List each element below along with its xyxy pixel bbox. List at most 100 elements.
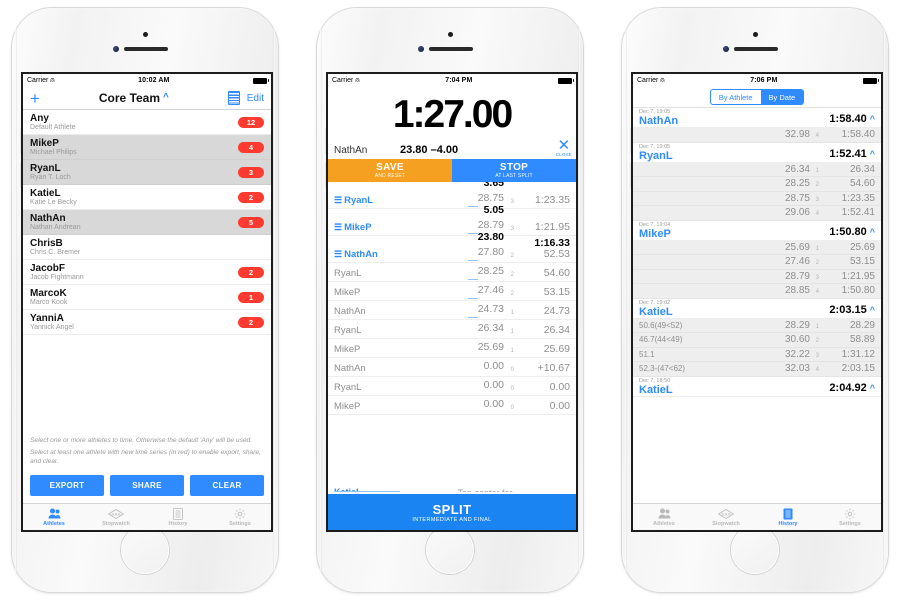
athlete-row[interactable]: NathAn Nathan Andrean 5 — [23, 210, 271, 235]
segmented-control-wrapper: By Athlete By Date — [633, 87, 881, 108]
split-row[interactable]: MikeP 0.00 0 0.00 — [328, 396, 576, 415]
split-button[interactable]: SPLIT INTERMEDIATE AND FINAL — [328, 494, 576, 530]
tab-athletes[interactable]: Athletes — [633, 504, 695, 530]
history-group-header[interactable]: Dec 7, 18:50 KatieL 2:04.92 ^ — [633, 376, 881, 397]
clear-button[interactable]: CLEAR — [190, 475, 264, 496]
split-list[interactable]: ☰ RyanL 3.65 28.75 3 1:23.35 ☰ MikeP 5.05 28.79 3 1… — [328, 182, 576, 485]
athlete-row[interactable]: ChrisB Chris C. Bremer — [23, 235, 271, 260]
tab-settings[interactable]: Settings — [209, 504, 271, 530]
split-lap-cell: 27.46 2 — [400, 280, 518, 300]
stop-button[interactable]: STOP AT LAST SPLIT — [452, 159, 576, 182]
tab-stopwatch[interactable]: 0.0.0 Stopwatch — [695, 504, 757, 530]
history-group-header[interactable]: Dec 7, 19:05 NathAn 1:58.40 ^ — [633, 108, 881, 128]
split-athlete-label: NathAn — [334, 306, 366, 317]
athlete-fullname: Marco Kook — [30, 298, 68, 306]
history-lap-cell: 28.29 1 — [701, 320, 823, 331]
export-button[interactable]: EXPORT — [30, 475, 104, 496]
split-total: 1:23.35 — [534, 194, 570, 206]
history-index: 3 — [815, 352, 819, 359]
athlete-row[interactable]: RyanL Ryan T. Loch 3 — [23, 160, 271, 185]
split-total: 1:21.95 — [534, 221, 570, 233]
list-icon[interactable] — [227, 91, 240, 105]
chevron-up-icon[interactable]: ^ — [870, 149, 875, 159]
athlete-row[interactable]: MikeP Michael Philips 4 — [23, 135, 271, 160]
settings-icon — [234, 508, 246, 520]
athlete-name: Any — [30, 112, 49, 124]
tab-bar-3[interactable]: Athletes 0.0.0 Stopwatch History Settings — [633, 503, 881, 530]
split-lap: 0.00 — [483, 360, 504, 372]
edit-button[interactable]: Edit — [247, 93, 264, 104]
athlete-text: ChrisB Chris C. Bremer — [30, 238, 80, 257]
segment-by-athlete[interactable]: By Athlete — [711, 90, 761, 104]
history-group-header[interactable]: Dec 7, 19:04 MikeP 1:50.80 ^ — [633, 220, 881, 241]
earpiece-speaker — [429, 47, 473, 51]
screen-history: Carrier ⍝ 7:06 PM By Athlete By Date Dec… — [631, 72, 883, 532]
split-lap: 0.00 — [483, 398, 504, 410]
history-row: 28.75 3 1:23.35 — [633, 191, 881, 206]
tab-history[interactable]: History — [757, 504, 819, 530]
athlete-row[interactable]: KatieL Katie Le Becky 2 — [23, 185, 271, 210]
history-group-header[interactable]: Dec 7, 19:02 KatieL 2:03.15 ^ — [633, 298, 881, 319]
split-lap: 27.46 — [477, 284, 504, 296]
athlete-name: ChrisB — [30, 237, 63, 249]
split-row[interactable]: ☰ RyanL 3.65 28.75 3 1:23.35 — [328, 182, 576, 209]
split-index: 2 — [510, 272, 514, 278]
share-button[interactable]: SHARE — [110, 475, 184, 496]
stopwatch-display[interactable]: 1:27.00 — [328, 87, 576, 141]
tab-bar-1[interactable]: Athletes 0.0.0 Stopwatch History Settings — [23, 503, 271, 530]
athlete-fullname: Jacob Fightmann — [30, 273, 84, 281]
add-athlete-button[interactable]: + — [30, 90, 40, 107]
athlete-fullname: Michael Philips — [30, 148, 77, 156]
home-button[interactable] — [731, 526, 779, 574]
split-lap: 28.25 — [477, 265, 504, 277]
segment-by-date[interactable]: By Date — [760, 90, 804, 104]
phone-athletes: Carrier ⍝ 10:02 AM + Core Team ^ Edit An… — [0, 0, 290, 600]
split-athlete-label: RyanL — [334, 382, 362, 393]
split-row[interactable]: ☰ MikeP 5.05 28.79 3 1:21.95 — [328, 204, 576, 236]
drag-handle-icon[interactable]: ☰ — [334, 223, 342, 232]
split-athlete: RyanL — [334, 268, 400, 281]
segmented-control[interactable]: By Athlete By Date — [709, 89, 805, 105]
athlete-row[interactable]: YanniA Yannick Angel 2 — [23, 310, 271, 335]
history-group-header[interactable]: Dec 7, 19:05 RyanL 1:52.41 ^ — [633, 142, 881, 163]
save-button[interactable]: SAVE AND RESET — [328, 159, 452, 182]
split-row[interactable]: ☰ NathAn 23.80 27.80 2 52.53 1:16.33 — [328, 231, 576, 263]
history-row: 28.79 3 1:21.95 — [633, 269, 881, 284]
chevron-up-icon[interactable]: ^ — [870, 305, 875, 315]
phone-body: Carrier ⍝ 7:04 PM 1:27.00 NathAn 23.80 –… — [317, 8, 583, 592]
chevron-up-icon[interactable]: ^ — [870, 227, 875, 237]
split-running: 5.05 — [483, 204, 504, 216]
split-athlete: NathAn — [334, 363, 400, 376]
chevron-up-icon[interactable]: ^ — [870, 383, 875, 393]
status-time: 7:06 PM — [750, 77, 778, 84]
history-list[interactable]: Dec 7, 19:05 NathAn 1:58.40 ^ 32.98 4 1:58.40 D… — [633, 108, 881, 503]
tab-athletes[interactable]: Athletes — [23, 504, 85, 530]
drag-handle-icon[interactable]: ☰ — [334, 250, 342, 259]
athlete-row[interactable]: JacobF Jacob Fightmann 2 — [23, 260, 271, 285]
split-athlete-label: MikeP — [334, 287, 361, 298]
tab-stopwatch[interactable]: 0.0.0 Stopwatch — [85, 504, 147, 530]
current-athlete-name: NathAn — [334, 144, 368, 156]
chevron-up-icon[interactable]: ^ — [870, 114, 875, 124]
page-title[interactable]: Core Team ^ — [99, 91, 169, 105]
history-lap-cell: 30.60 2 — [701, 334, 823, 345]
athlete-row[interactable]: Any Default Athlete 12 — [23, 110, 271, 135]
home-button[interactable] — [426, 526, 474, 574]
history-row: 29.06 4 1:52.41 — [633, 206, 881, 221]
drag-handle-icon[interactable]: ☰ — [334, 196, 342, 205]
home-button[interactable] — [121, 526, 169, 574]
athlete-list[interactable]: Any Default Athlete 12 MikeP Michael Philips… — [23, 110, 271, 432]
split-lap: 24.73 — [477, 303, 504, 315]
history-index: 1 — [815, 167, 819, 174]
tab-history[interactable]: History — [147, 504, 209, 530]
history-note: 46.7(44<49) — [639, 335, 683, 345]
tab-label: History — [778, 520, 798, 527]
split-total: 52.53 — [543, 248, 570, 260]
close-button[interactable]: ✕ CLOSE — [556, 138, 572, 157]
split-athlete-label: MikeP — [344, 222, 372, 233]
tab-settings[interactable]: Settings — [819, 504, 881, 530]
split-index: 0 — [510, 386, 514, 392]
count-badge: 2 — [238, 316, 264, 328]
athlete-fullname: Ryan T. Loch — [30, 173, 71, 181]
athlete-row[interactable]: MarcoK Marco Kook 1 — [23, 285, 271, 310]
